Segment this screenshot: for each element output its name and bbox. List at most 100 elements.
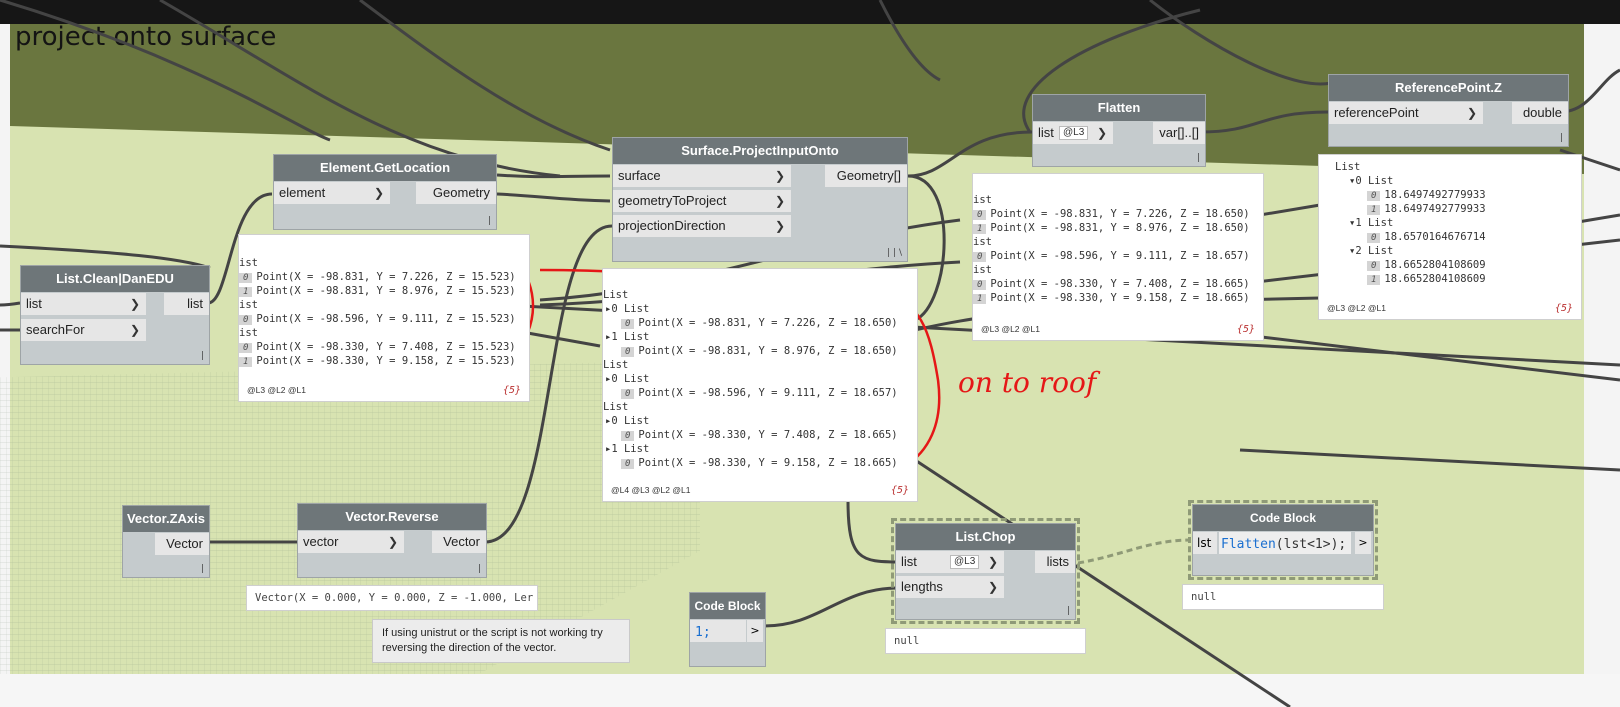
preview-flatten[interactable]: ist 0 Point(X = -98.831, Y = 7.226, Z = 1… — [972, 173, 1264, 341]
preview-line: 0 Point(X = -98.330, Y = 7.408, Z = 15.52… — [239, 341, 516, 353]
preview-line: 1 18.6652804108609 — [1367, 273, 1486, 285]
node-title[interactable]: ReferencePoint.Z — [1329, 75, 1568, 101]
lacing-selector[interactable]: @L3 — [1059, 126, 1089, 140]
node-resize-grip[interactable]: | | \ — [887, 248, 902, 258]
port-double-out[interactable]: double — [1512, 102, 1568, 124]
sublist-label: List — [1367, 175, 1394, 187]
preview-line: List — [603, 289, 629, 301]
item-count: {5} — [890, 485, 909, 496]
node-title[interactable]: Surface.ProjectInputOnto — [613, 138, 907, 164]
node-resize-grip[interactable]: | — [1560, 133, 1563, 143]
sublist-label: List — [623, 373, 650, 385]
port-element-in[interactable]: element ❯ — [274, 182, 390, 204]
node-title[interactable]: Vector.Reverse — [298, 504, 486, 530]
node-title[interactable]: Code Block — [1193, 505, 1373, 531]
code-editor[interactable]: 1; — [690, 620, 746, 642]
node-resize-grip[interactable]: | — [201, 564, 204, 574]
preview-line: ▸1 List — [605, 443, 650, 455]
preview-line: 0 18.6570164676714 — [1367, 231, 1486, 243]
chevron-right-icon: ❯ — [774, 169, 785, 183]
point-value: Point(X = -98.831, Y = 8.976, Z = 18.650… — [638, 345, 898, 357]
level-labels: @L3 @L2 @L1 — [247, 385, 306, 395]
node-surface-projectinputonto[interactable]: Surface.ProjectInputOnto surface ❯ geomet… — [612, 137, 908, 262]
point-value: Point(X = -98.831, Y = 8.976, Z = 18.650… — [990, 222, 1250, 234]
preview-getlocation[interactable]: ist 0 Point(X = -98.831, Y = 7.226, Z = 1… — [238, 234, 530, 402]
index-label: 1 — [611, 331, 618, 343]
port-list-in[interactable]: list @L3 ❯ — [896, 551, 1004, 573]
node-vector-zaxis[interactable]: Vector.ZAxis Vector | — [122, 505, 210, 578]
item-count: {5} — [1554, 303, 1573, 314]
port-surface-in[interactable]: surface ❯ — [613, 165, 791, 187]
port-var-out[interactable]: var[]..[] — [1153, 122, 1205, 144]
preview-line: ist — [239, 299, 258, 311]
chevron-right-icon: ❯ — [774, 194, 785, 208]
node-resize-grip[interactable]: | — [1197, 153, 1200, 163]
point-value: Point(X = -98.330, Y = 7.408, Z = 15.523… — [256, 341, 516, 353]
port-lengths-in[interactable]: lengths ❯ — [896, 576, 1004, 598]
node-title[interactable]: List.Chop — [896, 524, 1075, 550]
index-badge: 0 — [973, 280, 987, 290]
canvas-top-area — [0, 0, 1620, 24]
double-value: 18.6497492779933 — [1384, 203, 1486, 215]
point-value: Point(X = -98.831, Y = 7.226, Z = 18.650… — [638, 317, 898, 329]
port-searchfor-in[interactable]: searchFor ❯ — [21, 319, 146, 341]
port-label: searchFor — [26, 322, 85, 337]
node-vector-reverse[interactable]: Vector.Reverse vector ❯ Vector | — [297, 503, 487, 578]
port-vector-in[interactable]: vector ❯ — [298, 531, 404, 553]
node-title[interactable]: Vector.ZAxis — [123, 506, 209, 532]
preview-code-block-2[interactable]: null — [1182, 584, 1384, 610]
preview-line: 1 Point(X = -98.831, Y = 8.976, Z = 18.65… — [973, 222, 1250, 234]
node-element-getlocation[interactable]: Element.GetLocation element ❯ Geometry | — [273, 154, 497, 230]
port-lists-out[interactable]: lists — [1035, 551, 1075, 573]
node-resize-grip[interactable]: | — [201, 351, 204, 361]
preview-referencepoint-z[interactable]: List ▾0 List 0 18.6497492779933 1 18.64974… — [1318, 154, 1582, 320]
port-referencepoint-in[interactable]: referencePoint ❯ — [1329, 102, 1483, 124]
node-list-clean[interactable]: List.Clean|DanEDU list ❯ searchFor ❯ list … — [20, 265, 210, 365]
node-code-block-1[interactable]: Code Block 1; > — [689, 592, 766, 667]
port-projectiondirection-in[interactable]: projectionDirection ❯ — [613, 215, 791, 237]
point-value: Point(X = -98.330, Y = 9.158, Z = 18.665… — [990, 292, 1250, 304]
node-title[interactable]: Element.GetLocation — [274, 155, 496, 181]
preview-line: 0 Point(X = -98.596, Y = 9.111, Z = 18.65… — [973, 250, 1250, 262]
lacing-selector[interactable]: @L3 — [950, 555, 980, 569]
preview-line: List — [603, 401, 629, 413]
port-vector-out[interactable]: Vector — [432, 531, 486, 553]
preview-vector-reverse[interactable]: Vector(X = 0.000, Y = 0.000, Z = -1.000,… — [246, 585, 538, 611]
preview-projectinputonto[interactable]: List ▸0 List 0 Point(X = -98.831, Y = 7.2… — [602, 268, 918, 502]
point-value: Point(X = -98.596, Y = 9.111, Z = 18.657… — [990, 250, 1250, 262]
port-geometry-out[interactable]: Geometry — [416, 182, 496, 204]
port-geometry-array-out[interactable]: Geometry[] — [825, 165, 907, 187]
port-vector-out[interactable]: Vector — [155, 533, 209, 555]
node-resize-grip[interactable]: | — [488, 216, 491, 226]
node-title[interactable]: List.Clean|DanEDU — [21, 266, 209, 292]
preview-line: 0 Point(X = -98.330, Y = 9.158, Z = 18.66… — [621, 457, 898, 469]
port-output[interactable]: > — [1355, 532, 1371, 554]
point-value: Point(X = -98.330, Y = 7.408, Z = 18.665… — [638, 429, 898, 441]
note-vector-direction[interactable]: If using unistrut or the script is not w… — [372, 619, 630, 663]
node-resize-grip[interactable]: | — [1067, 606, 1070, 616]
index-badge: 0 — [621, 389, 635, 399]
port-list-in[interactable]: list @L3 ❯ — [1033, 122, 1113, 144]
port-output[interactable]: > — [747, 620, 763, 642]
preview-list-chop[interactable]: null — [885, 628, 1086, 654]
node-list-chop[interactable]: List.Chop list @L3 ❯ lengths ❯ lists | — [895, 523, 1076, 620]
port-label: element — [279, 185, 326, 200]
port-list-out[interactable]: list — [164, 293, 209, 315]
node-resize-grip[interactable]: | — [478, 564, 481, 574]
node-title[interactable]: Flatten — [1033, 95, 1205, 121]
preview-line: 0 Point(X = -98.330, Y = 7.408, Z = 18.66… — [973, 278, 1250, 290]
node-title[interactable]: Code Block — [690, 593, 765, 619]
port-lst-in[interactable]: lst — [1193, 532, 1217, 554]
port-geometrytoproject-in[interactable]: geometryToProject ❯ — [613, 190, 791, 212]
preview-line: 0 Point(X = -98.831, Y = 7.226, Z = 18.65… — [621, 317, 898, 329]
code-editor[interactable]: Flatten(lst<1>); — [1219, 532, 1351, 554]
node-flatten[interactable]: Flatten list @L3 ❯ var[]..[] | — [1032, 94, 1206, 167]
port-list-in[interactable]: list ❯ — [21, 293, 146, 315]
sublist-label: List — [623, 415, 650, 427]
group-title[interactable]: project onto surface — [15, 22, 276, 52]
dynamo-canvas[interactable]: project onto surface on to roof List.Cle… — [0, 0, 1620, 707]
node-referencepoint-z[interactable]: ReferencePoint.Z referencePoint ❯ double … — [1328, 74, 1569, 147]
chevron-right-icon: ❯ — [987, 580, 998, 594]
preview-line: ▾2 List — [1349, 245, 1394, 257]
node-code-block-2[interactable]: Code Block lst Flatten(lst<1>); > — [1192, 504, 1374, 576]
